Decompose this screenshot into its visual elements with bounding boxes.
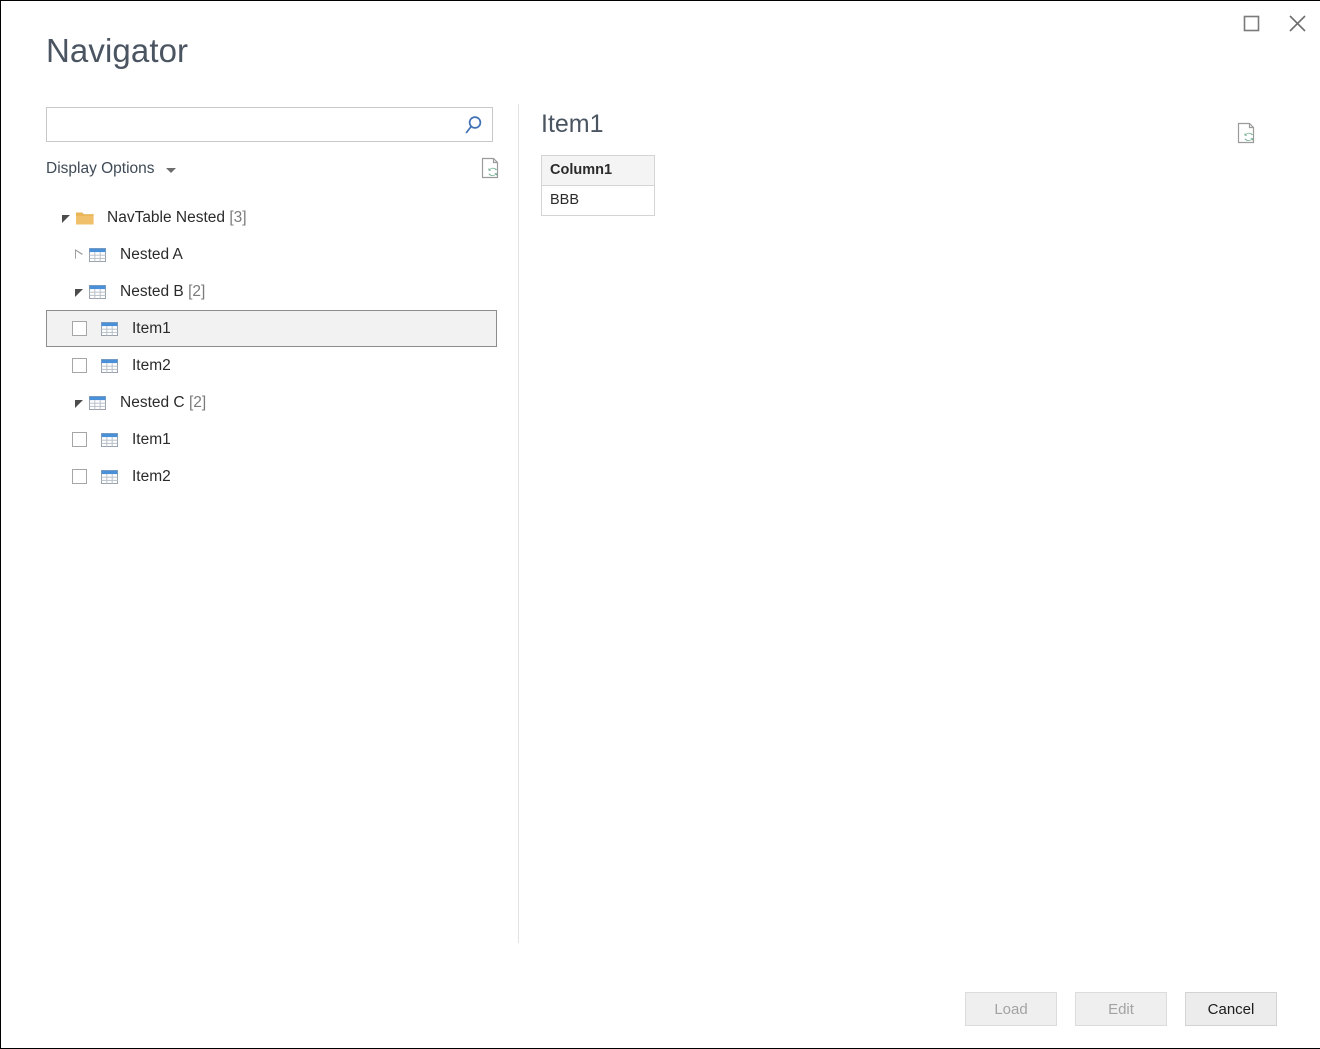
tree-item-nested-c[interactable]: Nested C [2] (46, 384, 497, 421)
tree-item-label: Item2 (132, 357, 171, 375)
table-icon (100, 320, 120, 338)
table-icon (100, 431, 120, 449)
tree-item-label: Nested A (120, 246, 183, 264)
refresh-document-icon (480, 157, 502, 180)
refresh-document-icon (1236, 122, 1258, 145)
expander-collapsed-icon[interactable] (69, 236, 88, 273)
search-button[interactable] (461, 112, 487, 138)
pane-divider (518, 104, 519, 943)
preview-table: Column1 BBB (541, 155, 655, 216)
expander-expanded-icon[interactable] (69, 273, 88, 310)
navigation-pane: Display Options (46, 107, 501, 495)
tree-item-nested-b-item2[interactable]: Item2 (46, 347, 497, 384)
refresh-preview-left-button[interactable] (477, 154, 505, 182)
search-box[interactable] (46, 107, 493, 142)
tree-item-checkbox[interactable] (72, 321, 87, 336)
tree-item-nested-b-item1[interactable]: Item1 (46, 310, 497, 347)
table-icon (88, 394, 108, 412)
tree-item-checkbox[interactable] (72, 358, 87, 373)
search-input[interactable] (47, 108, 452, 141)
preview-pane: Item1 Column1 BBB (541, 107, 1300, 216)
cancel-button[interactable]: Cancel (1185, 992, 1277, 1026)
table-icon (100, 357, 120, 375)
tree-item-label: Nested B [2] (120, 283, 205, 301)
edit-button[interactable]: Edit (1075, 992, 1167, 1026)
search-icon (463, 114, 485, 136)
preview-cell: BBB (542, 186, 655, 216)
display-options-row: Display Options (46, 156, 493, 182)
display-options-label: Display Options (46, 160, 155, 178)
display-options-dropdown[interactable]: Display Options (46, 160, 176, 178)
tree-item-navtable-nested[interactable]: NavTable Nested [3] (46, 199, 497, 236)
tree-item-checkbox[interactable] (72, 432, 87, 447)
tree-item-nested-b[interactable]: Nested B [2] (46, 273, 497, 310)
table-icon (100, 468, 120, 486)
close-icon (1288, 14, 1307, 33)
expander-expanded-icon[interactable] (56, 199, 75, 236)
tree-item-label: Nested C [2] (120, 394, 206, 412)
close-button[interactable] (1274, 3, 1320, 43)
refresh-preview-button[interactable] (1233, 119, 1261, 147)
tree-item-nested-a[interactable]: Nested A (46, 236, 497, 273)
dialog-footer: Load Edit Cancel (1, 992, 1320, 1026)
preview-table-header-row: Column1 (542, 156, 655, 186)
maximize-icon (1243, 15, 1260, 32)
navigator-dialog: Navigator Display Options (0, 0, 1320, 1049)
folder-icon (75, 209, 95, 227)
preview-column-header[interactable]: Column1 (542, 156, 655, 186)
tree-item-label: Item1 (132, 431, 171, 449)
tree-item-label: Item1 (132, 320, 171, 338)
expander-expanded-icon[interactable] (69, 384, 88, 421)
tree-item-nested-c-item2[interactable]: Item2 (46, 458, 497, 495)
table-icon (88, 246, 108, 264)
page-title: Navigator (46, 29, 188, 73)
window-controls (1228, 1, 1320, 45)
tree-item-nested-c-item1[interactable]: Item1 (46, 421, 497, 458)
chevron-down-icon (166, 168, 176, 173)
load-button[interactable]: Load (965, 992, 1057, 1026)
table-row: BBB (542, 186, 655, 216)
tree-item-label: Item2 (132, 468, 171, 486)
maximize-button[interactable] (1228, 3, 1274, 43)
preview-title: Item1 (541, 107, 1300, 141)
navigation-tree: NavTable Nested [3] Nested A (46, 199, 497, 495)
table-icon (88, 283, 108, 301)
tree-item-label: NavTable Nested [3] (107, 209, 247, 227)
tree-item-checkbox[interactable] (72, 469, 87, 484)
